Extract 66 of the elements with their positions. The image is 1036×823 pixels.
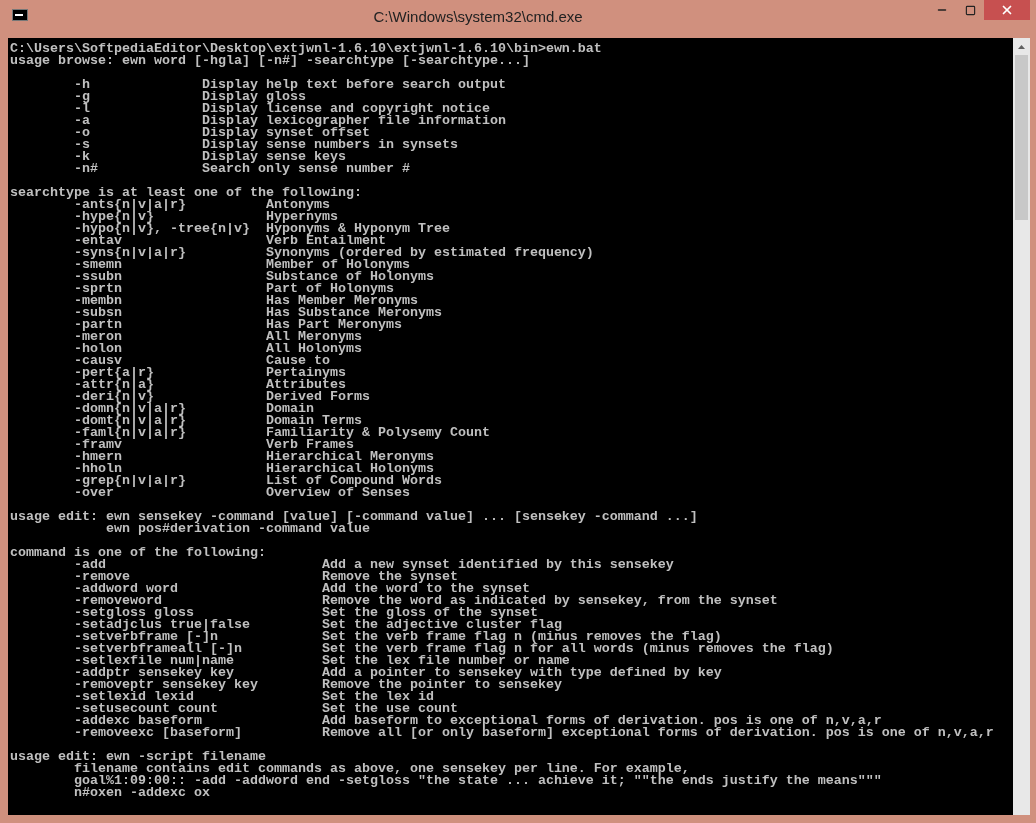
console-line: -hmern Hierarchical Meronyms (73, 451, 435, 463)
console-line: usage edit: ewn -script filename (10, 751, 266, 763)
console-line: -removeptr sensekey key Remove the pointer to sensekey (73, 679, 563, 691)
console-line: -o Display synset offset (73, 127, 371, 139)
console-line: -hype{n|v} Hypernyms (73, 211, 338, 223)
console-line: -setlexfile num|name Set the lex file number or name (73, 655, 570, 667)
console-line: ewn pos#derivation -command value (104, 523, 370, 535)
scrollbar[interactable] (1013, 38, 1030, 815)
console-line: -pert{a|r} Pertainyms (73, 367, 347, 379)
console-line: -h Display help text before search output (73, 79, 507, 91)
console-line: -ants{n|v|a|r} Antonyms (74, 199, 330, 211)
console-line: -l Display license and copyright notice (73, 103, 490, 115)
console-line: -g Display gloss (73, 91, 306, 103)
console-line: -sprtn Part of Holonyms (73, 283, 394, 295)
console-line: -membn Has Member Meronyms (73, 295, 418, 307)
console-line: -hypo{n|v}, -tree{n|v} Hyponyms & Hyponym Tree (73, 223, 451, 235)
console-line: -s Display sense numbers in synsets (73, 139, 459, 151)
console-line: -addptr sensekey key Add a pointer to sensekey with type defined by key (73, 667, 723, 679)
console-line: -meron All Meronyms (73, 331, 362, 343)
console-line: -attr{n|a} Attributes (73, 379, 346, 391)
console-line: -smemn Member of Holonyms (73, 259, 410, 271)
console-line: command is one of the following: (10, 547, 267, 559)
console-line: -grep{n|v|a|r} List of Compound Words (73, 475, 443, 487)
console-line: -setverbframe [-]n Set the verb frame flag n (minus removes the flag) (73, 631, 723, 643)
console-line: -setadjclus true|false Set the adjective cluster flag (73, 619, 562, 631)
console-line: -removeexc [baseform] Remove all [or only baseform] exceptional forms of derivation. pos is one of n,v,a,r (73, 727, 995, 739)
console-line: -faml{n|v|a|r} Familiarity & Polysemy Count (73, 427, 491, 439)
console-line: -setverbframeall [-]n Set the verb frame flag n for all words (minus removes the flag) (73, 643, 835, 655)
console-line: -over Overview of Senses (73, 487, 411, 499)
console-line: -setlexid lexid Set the lex id (73, 691, 434, 703)
console-line: -holon All Holonyms (73, 343, 363, 355)
console-line: -addword word Add the word to the synset (73, 583, 530, 595)
console-line: usage edit: ewn sensekey -command [value] [-command value] ... [sensekey -command ...] (10, 511, 699, 523)
console-line: -domn{n|v|a|r} Domain (73, 403, 315, 415)
console-line: -syns{n|v|a|r} Synonyms (ordered by estimated frequency) (73, 247, 595, 259)
console-line: -partn Has Part Meronyms (73, 319, 402, 331)
console-line: -remove Remove the synset (73, 571, 458, 583)
console-line: -addexc baseform Add baseform to exceptional forms of derivation. pos is one of n,v,a,r (73, 715, 883, 727)
console-line: -deri{n|v} Derived Forms (73, 391, 371, 403)
window-title: C:\Windows\system32\cmd.exe (373, 7, 583, 27)
console-line: -domt{n|v|a|r} Domain Terms (73, 415, 362, 427)
scrollbar-thumb[interactable] (1015, 55, 1028, 220)
console-line: goal%1:09:00:: -add -addword end -setgloss "the state ... achieve it; ""the ends justify the means""" (73, 775, 883, 787)
console-line: C:\Users\SoftpediaEditor\Desktop\extjwnl-1.6.10\extjwnl-1.6.10\bin>ewn.bat (10, 43, 603, 55)
console-line: usage browse: ewn word [-hgla] [-n#] -searchtype [-searchtype...] (10, 55, 530, 67)
console-line: filename contains edit commands as above, one sensekey per line. For example, (73, 763, 690, 775)
console-line: -framv Verb Frames (73, 439, 354, 451)
console-line: -subsn Has Substance Meronyms (73, 307, 443, 319)
console-line: -setgloss gloss Set the gloss of the synset (73, 607, 538, 619)
console-line: -setusecount count Set the use count (73, 703, 458, 715)
console-line: -ssubn Substance of Holonyms (73, 271, 435, 283)
close-icon (1000, 3, 1014, 17)
console-line: -a Display lexicographer file information (73, 115, 507, 127)
maximize-icon (964, 4, 976, 16)
scroll-up-arrow-icon[interactable] (1018, 44, 1025, 49)
console-line: n#oxen -addexc ox (73, 787, 211, 799)
terminal-icon[interactable] (12, 9, 28, 21)
console-line: -k Display sense keys (73, 151, 347, 163)
console-line: -causv Cause to (73, 355, 330, 367)
console-line: searchtype is at least one of the following: (10, 187, 363, 199)
console-line: -removeword Remove the word as indicated by sensekey, from the synset (73, 595, 779, 607)
console-line: -entav Verb Entailment (73, 235, 386, 247)
console-line: -n# Search only sense number # (73, 163, 411, 175)
console-line: -add Add a new synset identified by this sensekey (73, 559, 675, 571)
close-button[interactable] (984, 0, 1030, 20)
console-line: -hholn Hierarchical Holonyms (73, 463, 434, 475)
